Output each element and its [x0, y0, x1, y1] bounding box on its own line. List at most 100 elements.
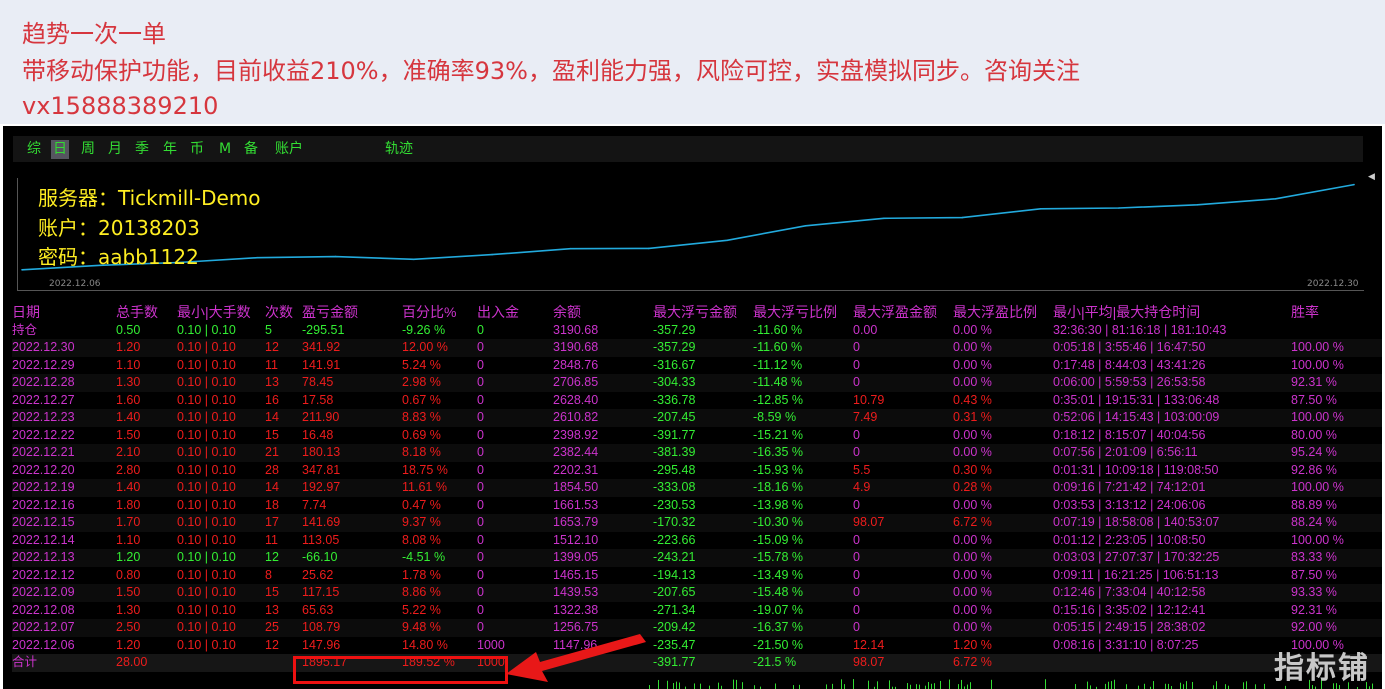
- table-row[interactable]: 2022.12.27 1.60 0.10 | 0.10 16 17.58 0.67 % 0 2…: [12, 392, 1382, 410]
- holding-row: 持仓 0.50 0.10 | 0.10 5 -295.51 -9.26 % 0 3190.68…: [12, 322, 1382, 340]
- cell-count: 12: [265, 637, 279, 652]
- cell-min-max-lots: 0.10 | 0.10: [177, 427, 236, 442]
- cell-date: 2022.12.20: [12, 462, 75, 477]
- tab-summary[interactable]: 综: [25, 140, 43, 159]
- table-row[interactable]: 2022.12.09 1.50 0.10 | 0.10 15 117.15 8.86 % 0…: [12, 584, 1382, 602]
- cell-total-lots: 1.50: [116, 427, 141, 442]
- cell-date: 持仓: [12, 322, 38, 337]
- tab-monthly[interactable]: 月: [106, 140, 124, 159]
- volume-tick: [928, 682, 929, 689]
- table-row[interactable]: 2022.12.22 1.50 0.10 | 0.10 15 16.48 0.69 % 0 2…: [12, 427, 1382, 445]
- volume-tick: [1087, 681, 1088, 689]
- cell-max-float-profit: 10.79: [853, 392, 885, 407]
- cell-percent: 8.86 %: [402, 585, 441, 599]
- table-row[interactable]: 2022.12.19 1.40 0.10 | 0.10 14 192.97 11.61 %…: [12, 479, 1382, 497]
- cell-max-float-profit-pct: 0.28 %: [953, 480, 992, 494]
- volume-tick: [1075, 684, 1076, 689]
- tab-currency[interactable]: 币: [188, 140, 206, 159]
- account-label: 账户：20138203: [38, 216, 200, 240]
- table-row[interactable]: 2022.12.12 0.80 0.10 | 0.10 8 25.62 1.78 % 0 14…: [12, 567, 1382, 585]
- table-row[interactable]: 2022.12.14 1.10 0.10 | 0.10 11 113.05 8.08 % 0…: [12, 532, 1382, 550]
- cell-max-float-loss-pct: -11.12 %: [753, 357, 803, 372]
- volume-tick: [868, 680, 869, 689]
- volume-tick: [1372, 683, 1373, 689]
- table-row[interactable]: 2022.12.28 1.30 0.10 | 0.10 13 78.45 2.98 % 0 2…: [12, 374, 1382, 392]
- cell-hold-times: 0:35:01 | 19:15:31 | 133:06:48: [1053, 392, 1220, 407]
- tab-backup[interactable]: 备: [242, 140, 260, 159]
- volume-tick: [1105, 683, 1106, 689]
- cell-count: 16: [265, 392, 279, 407]
- cell-percent: 5.24 %: [402, 357, 441, 372]
- cell-max-float-profit: 98.07: [853, 655, 885, 669]
- cell-hold-times: 32:36:30 | 81:16:18 | 181:10:43: [1053, 322, 1227, 337]
- table-row[interactable]: 2022.12.30 1.20 0.10 | 0.10 12 341.92 12.00 %…: [12, 339, 1382, 357]
- volume-tick: [1225, 684, 1226, 689]
- cell-hold-times: 0:18:12 | 8:15:07 | 40:04:56: [1053, 427, 1206, 442]
- cell-balance: 1854.50: [553, 480, 599, 494]
- tab-trajectory[interactable]: 轨迹: [383, 140, 415, 159]
- table-row[interactable]: 2022.12.23 1.40 0.10 | 0.10 14 211.90 8.83 % 0…: [12, 409, 1382, 427]
- collapse-arrow-icon[interactable]: ◀: [1368, 172, 1375, 182]
- tab-account[interactable]: 账户: [273, 140, 305, 159]
- cell-max-float-profit-pct: 0.30 %: [953, 462, 992, 477]
- cell-deposit: 0: [477, 585, 484, 599]
- cell-max-float-loss-pct: -15.21 %: [753, 427, 804, 442]
- cell-deposit: 0: [477, 515, 484, 529]
- cell-max-float-loss-pct: -16.35 %: [753, 445, 804, 459]
- cell-win-rate: 87.50 %: [1291, 392, 1337, 407]
- cell-min-max-lots: 0.10 | 0.10: [177, 375, 236, 389]
- table-row[interactable]: 2022.12.08 1.30 0.10 | 0.10 13 65.63 5.22 % 0 1…: [12, 602, 1382, 620]
- cell-pnl: -295.51: [302, 322, 345, 337]
- tab-yearly[interactable]: 年: [161, 140, 179, 159]
- table-row[interactable]: 2022.12.21 2.10 0.10 | 0.10 21 180.13 8.18 % 0…: [12, 444, 1382, 462]
- cell-date: 2022.12.22: [12, 427, 75, 442]
- cell-count: 13: [265, 602, 279, 617]
- table-row[interactable]: 2022.12.06 1.20 0.10 | 0.10 12 147.96 14.80 %…: [12, 637, 1382, 655]
- volume-tick: [1045, 679, 1046, 689]
- cell-pnl: 25.62: [302, 567, 334, 582]
- table-row[interactable]: 2022.12.13 1.20 0.10 | 0.10 12 -66.10 -4.51 %…: [12, 549, 1382, 567]
- cell-pnl: 7.74: [302, 497, 327, 512]
- equity-point: [1353, 183, 1355, 186]
- cell-percent: 8.83 %: [402, 410, 441, 424]
- tab-weekly[interactable]: 周: [79, 140, 97, 159]
- table-row[interactable]: 2022.12.16 1.80 0.10 | 0.10 18 7.74 0.47 % 0 16…: [12, 497, 1382, 515]
- cell-balance: 2706.85: [553, 375, 599, 389]
- cell-deposit: 0: [477, 602, 484, 617]
- cell-percent: 2.98 %: [402, 375, 441, 389]
- cell-max-float-profit-pct: 0.43 %: [953, 392, 992, 407]
- cell-max-float-loss-pct: -16.37 %: [753, 620, 804, 634]
- cell-count: 11: [265, 357, 278, 372]
- table-row[interactable]: 2022.12.15 1.70 0.10 | 0.10 17 141.69 9.37 % 0…: [12, 514, 1382, 532]
- cell-min-max-lots: 最小|大手数: [177, 304, 251, 320]
- cell-max-float-profit: 7.49: [853, 410, 878, 424]
- cell-deposit: 0: [477, 410, 484, 424]
- volume-tick: [1165, 683, 1166, 689]
- cell-deposit: 0: [477, 462, 484, 477]
- tab-quarterly[interactable]: 季: [133, 140, 151, 159]
- cell-deposit: 0: [477, 357, 484, 372]
- cell-max-float-profit-pct: 0.00 %: [953, 550, 992, 564]
- table-row[interactable]: 2022.12.20 2.80 0.10 | 0.10 28 347.81 18.75 %…: [12, 462, 1382, 480]
- cell-hold-times: 0:08:16 | 3:31:10 | 8:07:25: [1053, 637, 1199, 652]
- cell-hold-times: 0:15:16 | 3:35:02 | 12:12:41: [1053, 602, 1206, 617]
- red-arrow-icon: [506, 634, 646, 682]
- cell-deposit: 0: [477, 550, 484, 564]
- cell-total-lots: 2.50: [116, 620, 141, 634]
- volume-tick: [709, 685, 710, 689]
- cell-date: 2022.12.09: [12, 585, 75, 599]
- tab-m[interactable]: M: [217, 140, 233, 159]
- cell-win-rate: 88.24 %: [1291, 515, 1337, 529]
- cell-balance: 1439.53: [553, 585, 599, 599]
- tab-daily[interactable]: 日: [51, 140, 69, 159]
- cell-hold-times: 0:09:11 | 16:21:25 | 106:51:13: [1053, 567, 1219, 582]
- cell-max-float-profit: 0: [853, 532, 860, 547]
- cell-min-max-lots: 0.10 | 0.10: [177, 602, 236, 617]
- cell-hold-times: 0:01:12 | 2:23:05 | 10:08:50: [1053, 532, 1206, 547]
- table-row[interactable]: 2022.12.29 1.10 0.10 | 0.10 11 141.91 5.24 % 0…: [12, 357, 1382, 375]
- volume-tick: [958, 684, 959, 689]
- cell-total-lots: 1.30: [116, 375, 141, 389]
- cell-total-lots: 1.80: [116, 497, 141, 512]
- table-row[interactable]: 2022.12.07 2.50 0.10 | 0.10 25 108.79 9.48 % 0…: [12, 619, 1382, 637]
- banner-contact: vx15888389210: [22, 92, 219, 120]
